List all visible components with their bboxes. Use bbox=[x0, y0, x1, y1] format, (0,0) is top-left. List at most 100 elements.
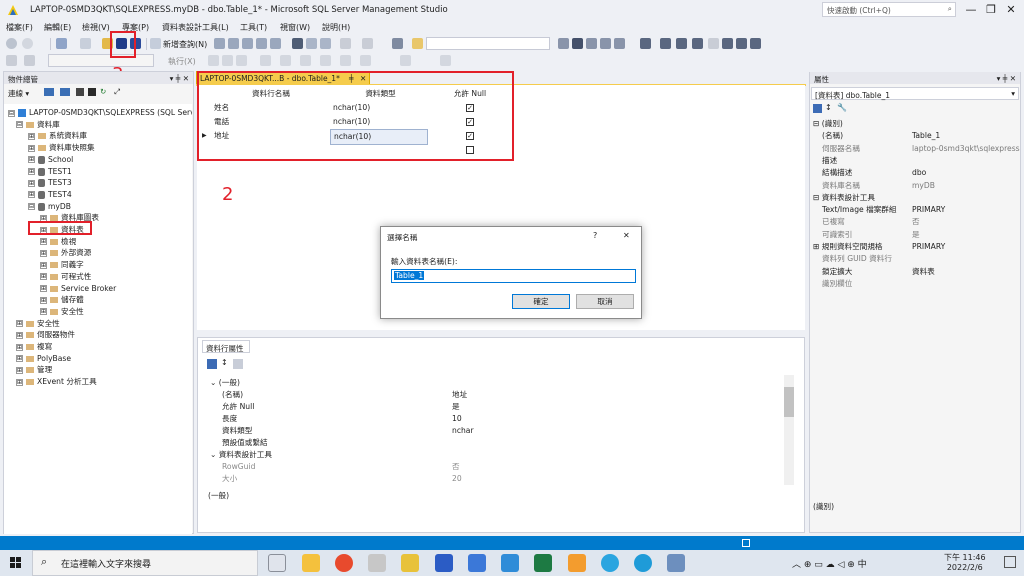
forward-icon[interactable] bbox=[22, 38, 33, 49]
collapse-icon[interactable]: ⌄ bbox=[210, 450, 216, 459]
properties-scrollbar[interactable] bbox=[784, 375, 794, 485]
tree-node[interactable]: ⊞ 檢視 bbox=[40, 236, 76, 247]
tree-node[interactable]: ⊞ 安全性 bbox=[16, 318, 60, 329]
menu-table-designer[interactable]: 資料表設計工具(L) bbox=[162, 22, 229, 33]
paint-icon[interactable] bbox=[368, 554, 386, 572]
tree-node[interactable]: ⊞ 複寫 bbox=[16, 341, 52, 352]
window-icon[interactable] bbox=[600, 38, 611, 49]
xml-index-icon[interactable] bbox=[708, 38, 719, 49]
word-icon[interactable] bbox=[435, 554, 453, 572]
taskbar-search-box[interactable]: ⌕ 在這裡輸入文字來搜尋 bbox=[32, 550, 258, 576]
properties-pane-controls[interactable]: ▾ ╪ ✕ bbox=[997, 74, 1016, 83]
menu-help[interactable]: 說明(H) bbox=[322, 22, 350, 33]
key-icon[interactable] bbox=[640, 38, 651, 49]
spatial-index-icon[interactable] bbox=[736, 38, 747, 49]
quick-launch-input[interactable]: 快速啟動 (Ctrl+Q) ⌕ bbox=[822, 2, 956, 17]
indent-icon[interactable] bbox=[340, 55, 351, 66]
query-db-icon[interactable] bbox=[270, 38, 281, 49]
tree-node[interactable]: ⊞ Service Broker bbox=[40, 283, 116, 294]
property-name[interactable]: (名稱) bbox=[222, 389, 243, 401]
undo-icon[interactable] bbox=[340, 38, 351, 49]
property-value[interactable]: 資料表 bbox=[912, 266, 935, 278]
expand-toggle-icon[interactable]: ⊞ bbox=[28, 132, 35, 140]
results-icon[interactable] bbox=[300, 55, 311, 66]
chrome-icon[interactable] bbox=[335, 554, 353, 572]
query-db-icon[interactable] bbox=[242, 38, 253, 49]
ok-button[interactable]: 確定 bbox=[512, 294, 570, 309]
property-value[interactable]: 地址 bbox=[452, 389, 467, 401]
property-value[interactable]: PRIMARY bbox=[912, 241, 945, 253]
solution-icon[interactable] bbox=[392, 38, 403, 49]
tree-node[interactable]: ⊞ TEST1 bbox=[28, 166, 72, 177]
dialog-close-button[interactable]: ✕ bbox=[623, 231, 630, 240]
toolbox-icon[interactable] bbox=[586, 38, 597, 49]
expand-toggle-icon[interactable]: ⊟ bbox=[8, 109, 15, 117]
property-name[interactable]: 預設值或繫結 bbox=[222, 437, 268, 449]
categorized-icon[interactable] bbox=[813, 104, 822, 113]
collapse-icon[interactable]: ⌄ bbox=[210, 378, 216, 387]
menu-edit[interactable]: 編輯(E) bbox=[44, 22, 71, 33]
scrollbar-thumb[interactable] bbox=[784, 387, 794, 417]
stop-icon[interactable] bbox=[76, 88, 84, 96]
property-value[interactable]: laptop-0smd3qkt\sqlexpress bbox=[912, 143, 1020, 155]
clock[interactable]: 下午 11:46 2022/2/6 bbox=[944, 552, 986, 572]
task-view-icon[interactable] bbox=[268, 554, 286, 572]
expand-toggle-icon[interactable]: ⊞ bbox=[40, 308, 47, 316]
outdent-icon[interactable] bbox=[360, 55, 371, 66]
property-value[interactable]: 10 bbox=[452, 413, 462, 425]
ssms-taskbar-icon[interactable] bbox=[401, 554, 419, 572]
tree-node[interactable]: ⊞ 外部資源 bbox=[40, 247, 91, 258]
tree-node[interactable]: ⊞ 系統資料庫 bbox=[28, 130, 87, 141]
connect-object-icon[interactable] bbox=[44, 88, 54, 96]
mail-icon[interactable] bbox=[468, 554, 486, 572]
vscode-icon[interactable] bbox=[501, 554, 519, 572]
new-project-icon[interactable] bbox=[56, 38, 67, 49]
plan-icon[interactable] bbox=[260, 55, 271, 66]
dialog-help-button[interactable]: ? bbox=[593, 231, 597, 240]
expand-toggle-icon[interactable]: ⊞ bbox=[28, 179, 35, 187]
tree-node[interactable]: ⊞ PolyBase bbox=[16, 353, 71, 364]
expand-toggle-icon[interactable]: ⊞ bbox=[40, 249, 47, 257]
expand-toggle-icon[interactable]: ⊞ bbox=[16, 355, 23, 363]
property-value[interactable]: myDB bbox=[912, 180, 935, 192]
file-explorer-icon[interactable] bbox=[302, 554, 320, 572]
filter-icon[interactable] bbox=[88, 88, 96, 96]
menu-tools[interactable]: 工具(T) bbox=[240, 22, 267, 33]
system-tray[interactable]: ︿ ⊕ ▭ ☁ ◁ ⊕ 中 bbox=[792, 557, 867, 570]
expand-toggle-icon[interactable]: ⊞ bbox=[16, 366, 23, 374]
object-selector[interactable]: [資料表] dbo.Table_1 ▾ bbox=[811, 87, 1019, 100]
expand-toggle-icon[interactable]: ⊞ bbox=[16, 331, 23, 339]
property-name[interactable]: RowGuid bbox=[222, 461, 255, 473]
expand-toggle-icon[interactable]: ⊞ bbox=[40, 261, 47, 269]
close-button[interactable]: ✕ bbox=[998, 3, 1024, 16]
expand-toggle-icon[interactable]: ⊞ bbox=[28, 191, 35, 199]
tree-node[interactable]: ⊞ TEST4 bbox=[28, 189, 72, 200]
property-value[interactable]: 20 bbox=[452, 473, 462, 485]
fulltext-icon[interactable] bbox=[692, 38, 703, 49]
property-value[interactable]: 否 bbox=[452, 461, 460, 473]
copy-icon[interactable] bbox=[306, 38, 317, 49]
tree-node[interactable]: ⊟ 資料庫 bbox=[16, 119, 60, 130]
tree-node[interactable]: ⊞ 管理 bbox=[16, 364, 52, 375]
tree-node[interactable]: ⊞ School bbox=[28, 154, 73, 165]
expand-toggle-icon[interactable]: ⊞ bbox=[16, 343, 23, 351]
tree-node[interactable]: ⊟ LAPTOP-0SMD3QKT\SQLEXPRESS (SQL Server bbox=[8, 107, 192, 118]
tree-node[interactable]: ⊞ 同義字 bbox=[40, 259, 84, 270]
property-name[interactable]: 大小 bbox=[222, 473, 237, 485]
tree-node[interactable]: ⊞ 伺服器物件 bbox=[16, 329, 75, 340]
find-combo[interactable] bbox=[426, 37, 550, 50]
expand-toggle-icon[interactable]: ⊞ bbox=[40, 238, 47, 246]
comment-icon[interactable] bbox=[320, 55, 331, 66]
expand-toggle-icon[interactable]: ⊞ bbox=[28, 168, 35, 175]
tab-column-properties[interactable]: 資料行屬性 bbox=[202, 340, 250, 353]
collapse-icon[interactable]: ⤢ bbox=[114, 87, 120, 97]
property-value[interactable]: 是 bbox=[912, 229, 920, 241]
query-db-icon[interactable] bbox=[228, 38, 239, 49]
app-icon[interactable] bbox=[601, 554, 619, 572]
tree-node[interactable]: ⊞ 資料庫快照集 bbox=[28, 142, 95, 153]
cancel-button[interactable]: 取消 bbox=[576, 294, 634, 309]
expand-toggle-icon[interactable]: ⊟ bbox=[28, 203, 35, 211]
redo-icon[interactable] bbox=[362, 38, 373, 49]
paste-icon[interactable] bbox=[320, 38, 331, 49]
excel-icon[interactable] bbox=[534, 554, 552, 572]
